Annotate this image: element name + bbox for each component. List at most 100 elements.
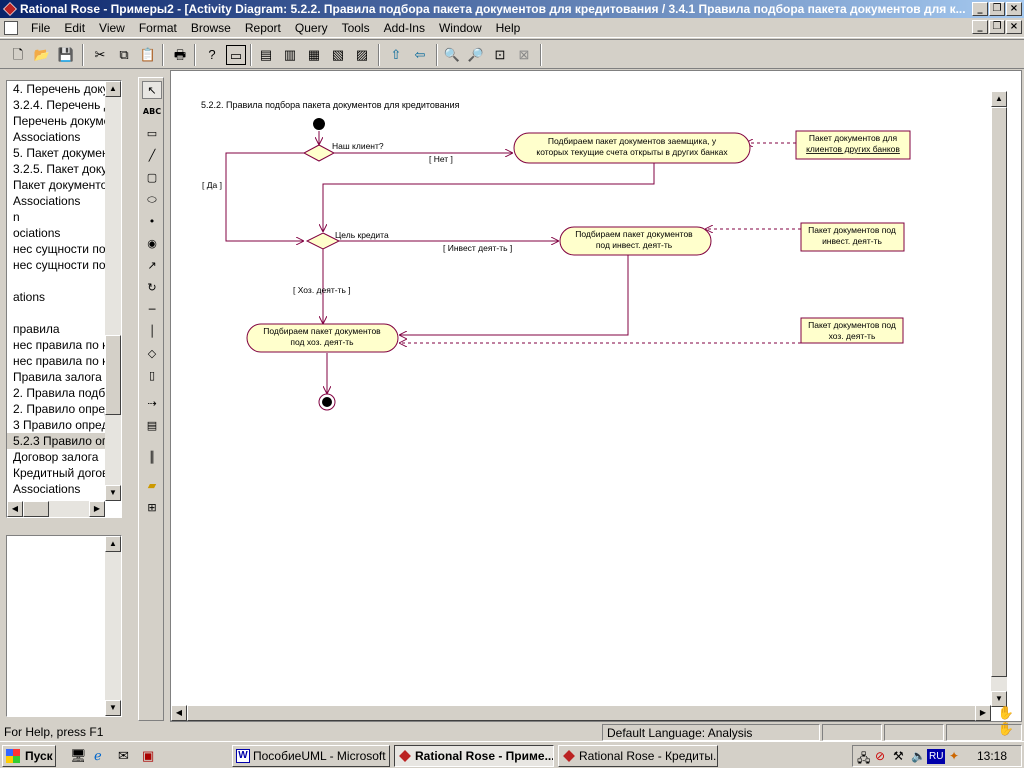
canvas-scroll-left-icon[interactable]: ◀	[171, 705, 187, 721]
start-button[interactable]: Пуск	[2, 745, 56, 767]
tag-tool-icon[interactable]: ▰	[142, 477, 162, 495]
browser-item[interactable]: Перечень докумен	[7, 113, 117, 129]
menu-view[interactable]: View	[92, 18, 132, 38]
menu-browse[interactable]: Browse	[184, 18, 238, 38]
internet-explorer-icon[interactable]: ℯ	[94, 748, 110, 764]
self-transition-icon[interactable]: ↻	[142, 279, 162, 297]
zoom-in-icon[interactable]: 🔍	[442, 45, 462, 65]
browser-item[interactable]: n	[7, 209, 105, 225]
close-button[interactable]: ×	[1006, 2, 1022, 16]
object-flow-icon[interactable]: ⇢	[142, 395, 162, 413]
selection-tool-icon[interactable]: ↖	[142, 81, 162, 99]
doc-scroll-up-icon[interactable]: ▲	[105, 536, 121, 552]
menu-report[interactable]: Report	[238, 18, 288, 38]
activity-tool-icon[interactable]: ⬭	[142, 191, 162, 209]
canvas-scroll-up-icon[interactable]: ▲	[991, 91, 1007, 107]
minimize-button[interactable]: _	[972, 2, 988, 16]
undo-fit-icon[interactable]: ⊠	[514, 45, 534, 65]
print-icon[interactable]: 🖶	[170, 45, 190, 65]
class-diagram-icon[interactable]: ▤	[256, 45, 276, 65]
context-help-icon[interactable]: ?	[202, 45, 222, 65]
decision-client[interactable]	[302, 144, 336, 162]
browser-item[interactable]: Кредитный догово	[7, 465, 115, 481]
object-tool-icon[interactable]: ▤	[142, 417, 162, 435]
scroll-right-icon[interactable]: ▶	[89, 501, 105, 517]
scroll-down-icon[interactable]: ▼	[105, 485, 121, 501]
menu-help[interactable]: Help	[489, 18, 528, 38]
menu-query[interactable]: Query	[288, 18, 335, 38]
browser-item[interactable]: Договор залога	[7, 449, 105, 465]
browser-item[interactable]: Associations	[7, 481, 105, 497]
end-state-icon[interactable]: ◉	[142, 235, 162, 253]
zoom-out-icon[interactable]: 🔎	[466, 45, 486, 65]
canvas-hscroll-thumb[interactable]	[187, 705, 977, 721]
tray-speaker-icon[interactable]: 🔈	[911, 749, 926, 763]
browser-item[interactable]: нес правила по кр	[7, 337, 114, 353]
note-tool-icon[interactable]: ▭	[142, 125, 162, 143]
document-icon[interactable]	[4, 21, 18, 35]
text-tool-icon[interactable]: ABC	[142, 103, 162, 121]
menu-format[interactable]: Format	[132, 18, 184, 38]
state-tool-icon[interactable]: ▢	[142, 169, 162, 187]
browser-item[interactable]: 3.2.5. Пакет докум	[7, 161, 115, 177]
browser-item[interactable]: правила	[7, 321, 105, 337]
browse-previous-icon[interactable]: ⇦	[410, 45, 430, 65]
anchor-tool-icon[interactable]: ╱	[142, 147, 162, 165]
transition-activity2-to-activity3[interactable]	[399, 255, 629, 335]
scroll-left-icon[interactable]: ◀	[7, 501, 23, 517]
browser-item[interactable]	[7, 273, 105, 289]
open-icon[interactable]: 📂	[32, 45, 52, 65]
canvas-vscroll-thumb[interactable]	[991, 107, 1007, 677]
diagram-canvas[interactable]: 5.2.2. Правила подбора пакета документов…	[170, 70, 1022, 736]
copy-icon[interactable]: ⧉	[114, 45, 134, 65]
menu-add-ins[interactable]: Add-Ins	[377, 18, 432, 38]
doc-restore-button[interactable]: ❐	[989, 20, 1005, 34]
horizontal-sync-icon[interactable]: ─	[142, 301, 162, 319]
browser-item[interactable]: нес правила по кр	[7, 353, 114, 369]
browse-parent-icon[interactable]: ⇧	[386, 45, 406, 65]
sequence-diagram-icon[interactable]: ▨	[352, 45, 372, 65]
outlook-icon[interactable]: ✉	[118, 748, 134, 764]
browser-item[interactable]: 3 Правило опреде	[7, 417, 115, 433]
browser-item[interactable]: 3.2.4. Перечень до	[7, 97, 117, 113]
browser-item[interactable]: ations	[7, 289, 105, 305]
task-word[interactable]: W ПособиеUML - Microsoft ...	[232, 745, 390, 767]
browser-horizontal-scrollbar[interactable]: ◀ ▶	[7, 501, 105, 517]
end-state[interactable]	[322, 397, 332, 407]
browser-item[interactable]: 5. Пакет документ	[7, 145, 114, 161]
tray-app-icon[interactable]: ✦	[949, 749, 959, 763]
browser-vertical-scrollbar[interactable]: ▲ ▼	[105, 81, 121, 501]
browser-item-selected[interactable]: 5.2.3 Правило опр	[7, 433, 115, 449]
documentation-pane[interactable]: ▲ ▼	[6, 535, 122, 717]
browser-item[interactable]: Associations	[7, 129, 105, 145]
tray-network-icon[interactable]: 🖧	[857, 749, 870, 768]
browser-item[interactable]: 2. Правила подбо	[7, 385, 112, 401]
cut-icon[interactable]: ✂	[90, 45, 110, 65]
image-tool-icon[interactable]: ⊞	[142, 499, 162, 517]
canvas-scroll-right-icon[interactable]: ▶	[975, 705, 991, 721]
transition-activity1-to-decision2[interactable]	[323, 163, 655, 232]
task-rose-active[interactable]: Rational Rose - Приме...	[394, 745, 554, 767]
canvas-vertical-scrollbar[interactable]: ▲ ▼	[991, 91, 1007, 707]
transition-tool-icon[interactable]: ↗	[142, 257, 162, 275]
menu-tools[interactable]: Tools	[335, 18, 377, 38]
browser-item[interactable]: Associations	[7, 193, 105, 209]
browser-item[interactable]: нес сущности по п	[7, 241, 115, 257]
swimlane-tool-icon[interactable]: ▯	[142, 367, 162, 385]
model-browser[interactable]: 4. Перечень докум 3.2.4. Перечень до Пер…	[6, 80, 122, 518]
save-icon[interactable]: 💾	[56, 45, 76, 65]
browser-item[interactable]: нес сущности по п	[7, 257, 115, 273]
fit-in-window-icon[interactable]: ⊡	[490, 45, 510, 65]
browser-item[interactable]: ociations	[7, 225, 105, 241]
tray-antivirus-icon[interactable]: ⊘	[875, 749, 885, 763]
paste-icon[interactable]: 📋	[138, 45, 158, 65]
use-case-diagram-icon[interactable]: ▥	[280, 45, 300, 65]
transition-yes[interactable]	[225, 152, 304, 241]
hscroll-thumb[interactable]	[23, 501, 49, 517]
start-state[interactable]	[313, 118, 325, 130]
tray-tools-icon[interactable]: ⚒	[893, 749, 904, 763]
task-rose-credits[interactable]: Rational Rose - Кредиты...	[558, 745, 718, 767]
vertical-sync-icon[interactable]: │	[142, 323, 162, 341]
doc-vertical-scrollbar[interactable]: ▲ ▼	[105, 536, 121, 716]
doc-close-button[interactable]: ×	[1006, 20, 1022, 34]
